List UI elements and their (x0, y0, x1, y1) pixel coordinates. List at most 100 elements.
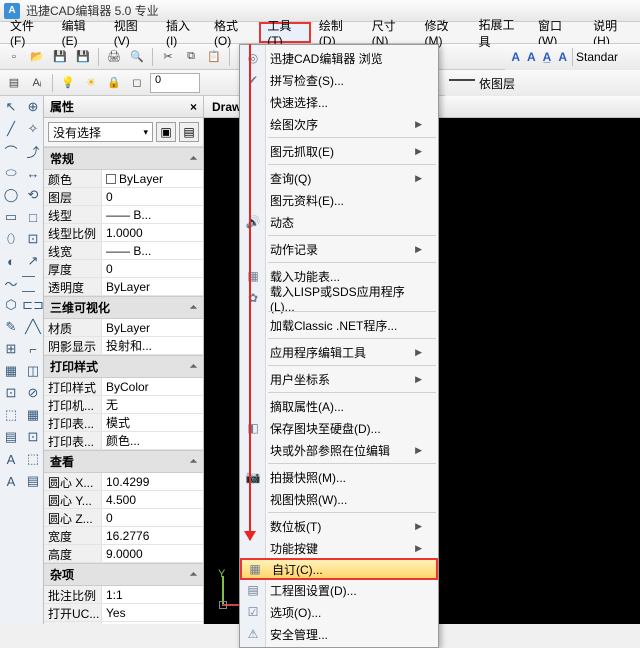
modify-tool-icon[interactable]: ╱╲ (22, 316, 44, 338)
open-icon[interactable]: 📂 (27, 47, 47, 67)
modify-tool-icon[interactable]: ◫ (22, 360, 44, 382)
menu-0[interactable]: 文件(F) (2, 22, 54, 43)
prop-value[interactable]: 0 (102, 509, 203, 526)
draw-tool-icon[interactable]: ↖ (0, 96, 22, 118)
modify-tool-icon[interactable]: ⊕ (22, 96, 44, 118)
menu-item[interactable]: 查询(Q)▶ (240, 167, 438, 189)
prop-row[interactable]: 材质ByLayer (44, 319, 203, 337)
prop-value[interactable]: 16.2776 (102, 527, 203, 544)
prop-row[interactable]: 圆心 Y...4.500 (44, 491, 203, 509)
prop-group-header[interactable]: 打印样式⏶ (44, 355, 203, 378)
menu-item[interactable]: 用户坐标系▶ (240, 368, 438, 390)
prop-value[interactable]: ByLayer (102, 278, 203, 295)
prop-value[interactable]: 9.0000 (102, 545, 203, 562)
menu-item[interactable]: 数位板(T)▶ (240, 515, 438, 537)
prop-row[interactable]: 线型比例1.0000 (44, 224, 203, 242)
prop-row[interactable]: 打印样式ByColor (44, 378, 203, 396)
prop-row[interactable]: 打开UC...Yes (44, 604, 203, 622)
menu-item[interactable]: ▦自订(C)... (240, 558, 438, 580)
prop-row[interactable]: 圆心 Z...0 (44, 509, 203, 527)
prop-group-header[interactable]: 查看⏶ (44, 450, 203, 473)
prop-value[interactable]: ByColor (102, 378, 203, 395)
cut-icon[interactable]: ✂ (158, 47, 178, 67)
menu-item[interactable]: ✿载入LISP或SDS应用程序(L)... (240, 287, 438, 309)
prop-value[interactable]: 4.500 (102, 491, 203, 508)
menu-item[interactable]: 功能按键▶ (240, 537, 438, 559)
prop-value[interactable]: —— B... (102, 206, 203, 223)
menu-bar[interactable]: 文件(F)编辑(E)视图(V)插入(I)格式(O)工具(T)绘制(D)尺寸(N)… (0, 22, 640, 44)
menu-item[interactable]: 快速选择... (240, 91, 438, 113)
prop-row[interactable]: 圆心 X...10.4299 (44, 473, 203, 491)
prop-value[interactable]: 0 (102, 260, 203, 277)
menu-item[interactable]: ◧保存图块至硬盘(D)... (240, 417, 438, 439)
menu-item[interactable]: 图元资料(E)... (240, 189, 438, 211)
menu-item[interactable]: 绘图次序▶ (240, 113, 438, 135)
text-style-a-icon[interactable]: A (556, 50, 569, 64)
prop-value[interactable]: 投射和... (102, 337, 203, 354)
layer-icon[interactable]: ▤ (4, 73, 24, 93)
modify-tool-icon[interactable]: ▤ (22, 470, 44, 492)
prop-value[interactable]: Yes (102, 604, 203, 621)
draw-tool-icon[interactable]: ⬡ (0, 294, 22, 316)
save-icon[interactable]: 💾 (50, 47, 70, 67)
menu-item[interactable]: 📷拍摄快照(M)... (240, 466, 438, 488)
menu-11[interactable]: 说明(H) (585, 22, 638, 43)
draw-tool-icon[interactable]: ◯ (0, 184, 22, 206)
lock-icon[interactable]: 🔒 (104, 73, 124, 93)
prop-row[interactable]: 厚度0 (44, 260, 203, 278)
menu-item[interactable]: 动作记录▶ (240, 238, 438, 260)
modify-tool-icon[interactable]: ⟲ (22, 184, 44, 206)
modify-tool-icon[interactable]: — — (22, 272, 44, 294)
prop-row[interactable]: 批注比例1:1 (44, 586, 203, 604)
modify-tool-icon[interactable]: ⤴ (22, 140, 44, 162)
menu-item[interactable]: ⚠安全管理... (240, 623, 438, 645)
color-icon[interactable]: ◻ (127, 73, 147, 93)
prop-value[interactable]: 1:1 (102, 586, 203, 603)
draw-tool-icon[interactable]: A (0, 470, 22, 492)
properties-grid[interactable]: 常规⏶颜色ByLayer图层0线型—— B...线型比例1.0000线宽—— B… (44, 147, 203, 624)
modify-tool-icon[interactable]: ↔ (22, 162, 44, 184)
paste-icon[interactable]: 📋 (204, 47, 224, 67)
menu-6[interactable]: 绘制(D) (311, 22, 364, 43)
draw-tool-icon[interactable]: ▤ (0, 426, 22, 448)
draw-tool-icon[interactable]: ✎ (0, 316, 22, 338)
menu-item[interactable]: 图元抓取(E)▶ (240, 140, 438, 162)
linetype-select[interactable]: 依图层 (479, 75, 636, 92)
close-icon[interactable]: × (190, 100, 197, 114)
modify-tool-icon[interactable]: ▦ (22, 404, 44, 426)
prop-value[interactable]: 颜色... (102, 432, 203, 449)
new-icon[interactable]: ▫ (4, 47, 24, 67)
menu-10[interactable]: 窗口(W) (530, 22, 585, 43)
prop-row[interactable]: 线型—— B... (44, 206, 203, 224)
prop-value[interactable]: 10.4299 (102, 473, 203, 490)
prop-value[interactable]: 0 (102, 188, 203, 205)
prop-row[interactable]: 颜色ByLayer (44, 170, 203, 188)
prop-value[interactable]: 1.0000 (102, 224, 203, 241)
menu-item[interactable]: 加载Classic .NET程序... (240, 314, 438, 336)
prop-value[interactable]: 无 (102, 396, 203, 413)
draw-tool-icon[interactable]: ▦ (0, 360, 22, 382)
saveall-icon[interactable]: 💾 (73, 47, 93, 67)
menu-item[interactable]: ▤工程图设置(D)... (240, 579, 438, 601)
prop-row[interactable]: 宽度16.2776 (44, 527, 203, 545)
prop-value[interactable]: ByLayer (102, 319, 203, 336)
menu-item[interactable]: 应用程序编辑工具▶ (240, 341, 438, 363)
menu-9[interactable]: 拓展工具 (471, 22, 530, 43)
text-style-a-icon[interactable]: A̲ (541, 50, 554, 64)
modify-tool-icon[interactable]: □ (22, 206, 44, 228)
text-style-a-icon[interactable]: A (525, 50, 538, 64)
prop-row[interactable]: 图层0 (44, 188, 203, 206)
prop-row[interactable]: 阴影显示投射和... (44, 337, 203, 355)
print-icon[interactable]: 🖨 (104, 47, 124, 67)
draw-tool-icon[interactable]: A (0, 448, 22, 470)
draw-tool-icon[interactable]: ╱ (0, 118, 22, 140)
prop-group-header[interactable]: 三维可视化⏶ (44, 296, 203, 319)
draw-tool-icon[interactable]: 〜 (0, 272, 22, 294)
prop-value[interactable]: 模式 (102, 414, 203, 431)
prop-row[interactable]: 线宽—— B... (44, 242, 203, 260)
draw-tool-icon[interactable]: ⬭ (0, 162, 22, 184)
tools-menu-dropdown[interactable]: ◎迅捷CAD编辑器 浏览✔拼写检查(S)...快速选择...绘图次序▶图元抓取(… (239, 44, 439, 648)
menu-2[interactable]: 视图(V) (106, 22, 158, 43)
draw-tool-icon[interactable]: ⊡ (0, 382, 22, 404)
modify-tool-icon[interactable]: ⌐ (22, 338, 44, 360)
